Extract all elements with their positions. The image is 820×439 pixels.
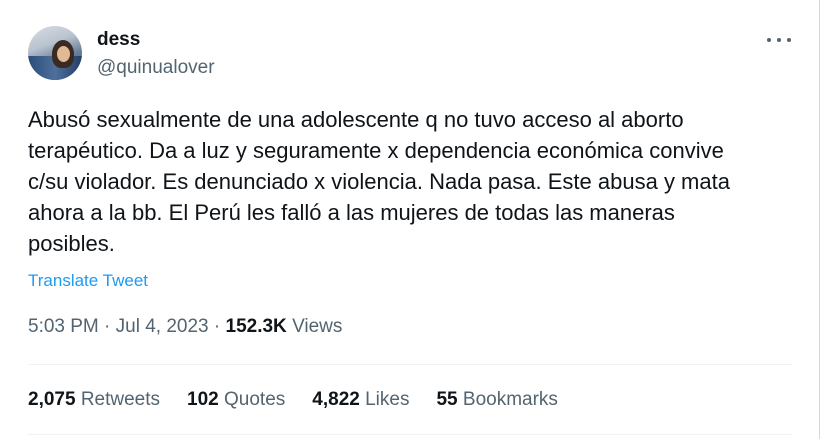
likes-label: Likes bbox=[365, 389, 410, 410]
tweet-card: dess @quinualover Abusó sexualmente de u… bbox=[0, 0, 820, 439]
tweet-text-line: Abusó sexualmente de una adolescente q n… bbox=[28, 107, 684, 132]
display-name[interactable]: dess bbox=[97, 29, 140, 51]
more-dot bbox=[767, 38, 771, 42]
likes-count: 4,822 bbox=[312, 389, 366, 410]
bookmarks-stat[interactable]: 55 Bookmarks bbox=[436, 389, 557, 411]
tweet-time[interactable]: 5:03 PM bbox=[28, 316, 99, 337]
tweet-meta: 5:03 PM · Jul 4, 2023 · 152.3K Views bbox=[28, 316, 342, 338]
avatar[interactable] bbox=[28, 26, 82, 80]
retweets-label: Retweets bbox=[80, 389, 161, 410]
meta-separator: · bbox=[213, 316, 226, 337]
translate-tweet-link[interactable]: Translate Tweet bbox=[28, 271, 148, 291]
bookmarks-label: Bookmarks bbox=[462, 389, 558, 410]
more-dot bbox=[777, 38, 781, 42]
tweet-text-line: ahora a la bb. El Perú les falló a las m… bbox=[28, 200, 675, 225]
views-label: Views bbox=[292, 316, 343, 337]
avatar-face bbox=[57, 46, 70, 62]
engagement-stats: 2,075 Retweets 102 Quotes 4,822 Likes 55… bbox=[28, 389, 585, 411]
user-handle[interactable]: @quinualover bbox=[97, 57, 215, 79]
tweet-text-line: posibles. bbox=[28, 231, 115, 256]
tweet-text: Abusó sexualmente de una adolescente q n… bbox=[28, 104, 798, 259]
retweets-stat[interactable]: 2,075 Retweets bbox=[28, 389, 160, 411]
views-count[interactable]: 152.3K bbox=[226, 316, 293, 337]
tweet-text-line: c/su violador. Es denunciado x violencia… bbox=[28, 169, 730, 194]
tweet-date[interactable]: Jul 4, 2023 bbox=[116, 316, 209, 337]
divider bbox=[28, 434, 792, 435]
bookmarks-count: 55 bbox=[436, 389, 463, 410]
quotes-label: Quotes bbox=[224, 389, 286, 410]
more-options-icon[interactable] bbox=[767, 30, 791, 50]
retweets-count: 2,075 bbox=[28, 389, 81, 410]
divider bbox=[28, 364, 792, 365]
more-dot bbox=[787, 38, 791, 42]
meta-separator: · bbox=[104, 316, 116, 337]
likes-stat[interactable]: 4,822 Likes bbox=[312, 389, 409, 411]
quotes-stat[interactable]: 102 Quotes bbox=[187, 389, 285, 411]
quotes-count: 102 bbox=[187, 389, 225, 410]
tweet-text-line: terapéutico. Da a luz y seguramente x de… bbox=[28, 138, 724, 163]
